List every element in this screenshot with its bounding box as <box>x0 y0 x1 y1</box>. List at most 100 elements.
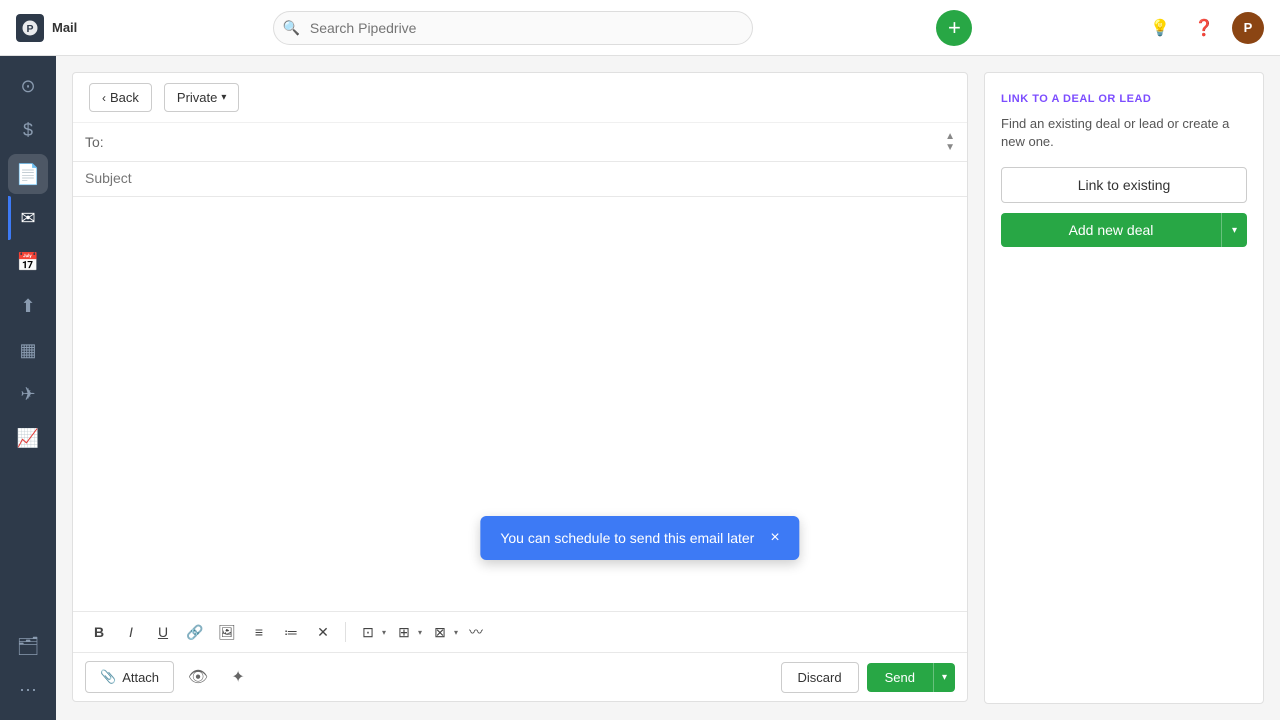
email-area: ‹ Back Private ▾ To: ▲ ▼ <box>56 56 1280 720</box>
back-label: Back <box>110 90 139 105</box>
add-deal-btn-group: Add new deal ▾ <box>1001 213 1247 247</box>
link-existing-button[interactable]: Link to existing <box>1001 167 1247 203</box>
snippet-btn-group: ⊞ ▾ <box>390 618 422 646</box>
sidebar-item-deals[interactable]: $ <box>8 110 48 150</box>
activity-icon: ✈ <box>20 384 35 405</box>
action-right: Discard Send ▾ <box>781 662 955 693</box>
image-button[interactable]: 🖼 <box>213 618 241 646</box>
main-content: ‹ Back Private ▾ To: ▲ ▼ <box>56 56 1280 720</box>
sidebar-item-storage[interactable]: 🗂 <box>8 626 48 666</box>
sidebar-item-calendar[interactable]: 📅 <box>8 242 48 282</box>
paperclip-icon: 📎 <box>100 669 116 685</box>
toast-message: You can schedule to send this email late… <box>500 530 754 546</box>
ai-icon: ✦ <box>231 667 244 687</box>
home-icon: ⊙ <box>20 76 35 97</box>
bullet-list-button[interactable]: ≡ <box>245 618 273 646</box>
action-bar: 📎 Attach 👁 ✦ Discard Send <box>73 653 967 701</box>
template-button[interactable]: ⊡ <box>354 618 382 646</box>
more-icon: ⋯ <box>19 680 37 701</box>
preview-button[interactable]: 👁 <box>182 661 214 693</box>
toast-close-button[interactable]: × <box>770 530 779 546</box>
add-deal-caret-icon: ▾ <box>1232 225 1237 236</box>
topnav-right: 💡 ❓ P <box>1144 12 1264 44</box>
arrow-down-icon: ▼ <box>945 142 955 153</box>
snippet-caret-icon[interactable]: ▾ <box>418 628 422 637</box>
search-bar: 🔍 <box>273 11 753 45</box>
to-arrows[interactable]: ▲ ▼ <box>945 131 955 153</box>
send-caret-icon: ▾ <box>942 672 947 683</box>
eye-icon: 👁 <box>188 667 208 687</box>
lightbulb-icon-button[interactable]: 💡 <box>1144 12 1176 44</box>
toast-notification: You can schedule to send this email late… <box>480 516 799 560</box>
right-panel: LINK TO A DEAL OR LEAD Find an existing … <box>984 72 1264 704</box>
reports-icon: ▦ <box>19 340 36 361</box>
topnav: P Mail 🔍 + 💡 ❓ P <box>0 0 1280 56</box>
search-icon: 🔍 <box>283 19 300 36</box>
back-arrow-icon: ‹ <box>102 91 106 105</box>
send-btn-group: Send ▾ <box>867 663 955 692</box>
private-caret-icon: ▾ <box>221 92 226 103</box>
avatar[interactable]: P <box>1232 12 1264 44</box>
sidebar-item-mail[interactable]: ✉ <box>8 198 48 238</box>
sidebar-item-activity[interactable]: ✈ <box>8 374 48 414</box>
svg-text:P: P <box>26 22 33 34</box>
sidebar-item-reports[interactable]: ▦ <box>8 330 48 370</box>
sidebar-item-home[interactable]: ⊙ <box>8 66 48 106</box>
link-button[interactable]: 🔗 <box>181 618 209 646</box>
numbered-list-button[interactable]: ≔ <box>277 618 305 646</box>
app-body: ⊙ $ 📄 ✉ 📅 ⬆ ▦ ✈ 📈 🗂 <box>0 56 1280 720</box>
mail-icon: ✉ <box>20 208 35 229</box>
back-button[interactable]: ‹ Back <box>89 83 152 112</box>
calendar-icon: 📅 <box>17 252 39 273</box>
add-deal-button[interactable]: Add new deal <box>1001 213 1221 247</box>
subject-field <box>73 162 967 197</box>
tracking-caret-icon[interactable]: ▾ <box>454 628 458 637</box>
deals-icon: $ <box>23 120 33 141</box>
arrow-up-icon: ▲ <box>945 131 955 142</box>
sidebar: ⊙ $ 📄 ✉ 📅 ⬆ ▦ ✈ 📈 🗂 <box>0 56 56 720</box>
template-caret-icon[interactable]: ▾ <box>382 628 386 637</box>
attach-button[interactable]: 📎 Attach <box>85 661 174 693</box>
app-title: Mail <box>52 20 77 35</box>
bold-button[interactable]: B <box>85 618 113 646</box>
tracking-button[interactable]: ⊠ <box>426 618 454 646</box>
toolbar-separator-1 <box>345 622 346 642</box>
email-composer: ‹ Back Private ▾ To: ▲ ▼ <box>72 72 968 702</box>
underline-button[interactable]: U <box>149 618 177 646</box>
sidebar-mail-wrapper: ✉ <box>8 196 48 240</box>
subject-input[interactable] <box>85 170 955 186</box>
import-icon: ⬆ <box>20 296 35 317</box>
format-toolbar: B I U 🔗 🖼 ≡ ≔ ✕ ⊡ ▾ ⊞ ▾ <box>73 611 967 653</box>
sidebar-item-import[interactable]: ⬆ <box>8 286 48 326</box>
discard-button[interactable]: Discard <box>781 662 859 693</box>
sidebar-item-documents[interactable]: 📄 <box>8 154 48 194</box>
send-button[interactable]: Send <box>867 663 933 692</box>
analytics-icon: 📈 <box>17 428 39 449</box>
tracking-btn-group: ⊠ ▾ <box>426 618 458 646</box>
clear-format-button[interactable]: ✕ <box>309 618 337 646</box>
send-caret-button[interactable]: ▾ <box>933 663 955 692</box>
signature-button[interactable]: 〰 <box>462 618 490 646</box>
private-label: Private <box>177 90 217 105</box>
link-description: Find an existing deal or lead or create … <box>1001 115 1247 151</box>
search-input[interactable] <box>273 11 753 45</box>
private-button[interactable]: Private ▾ <box>164 83 240 112</box>
ai-button[interactable]: ✦ <box>222 661 254 693</box>
to-input[interactable] <box>112 134 945 150</box>
snippet-button[interactable]: ⊞ <box>390 618 418 646</box>
sidebar-item-analytics[interactable]: 📈 <box>8 418 48 458</box>
italic-button[interactable]: I <box>117 618 145 646</box>
help-icon-button[interactable]: ❓ <box>1188 12 1220 44</box>
link-section-label: LINK TO A DEAL OR LEAD <box>1001 93 1247 105</box>
attach-label: Attach <box>122 670 159 685</box>
template-btn-group: ⊡ ▾ <box>354 618 386 646</box>
app-logo: P Mail <box>16 14 77 42</box>
document-icon: 📄 <box>16 162 41 187</box>
composer-toolbar-top: ‹ Back Private ▾ <box>73 73 967 123</box>
sidebar-item-more[interactable]: ⋯ <box>8 670 48 710</box>
to-label: To: <box>85 134 104 150</box>
add-button[interactable]: + <box>936 10 972 46</box>
to-field: To: ▲ ▼ <box>73 123 967 162</box>
logo-icon: P <box>16 14 44 42</box>
add-deal-caret-button[interactable]: ▾ <box>1221 213 1247 247</box>
